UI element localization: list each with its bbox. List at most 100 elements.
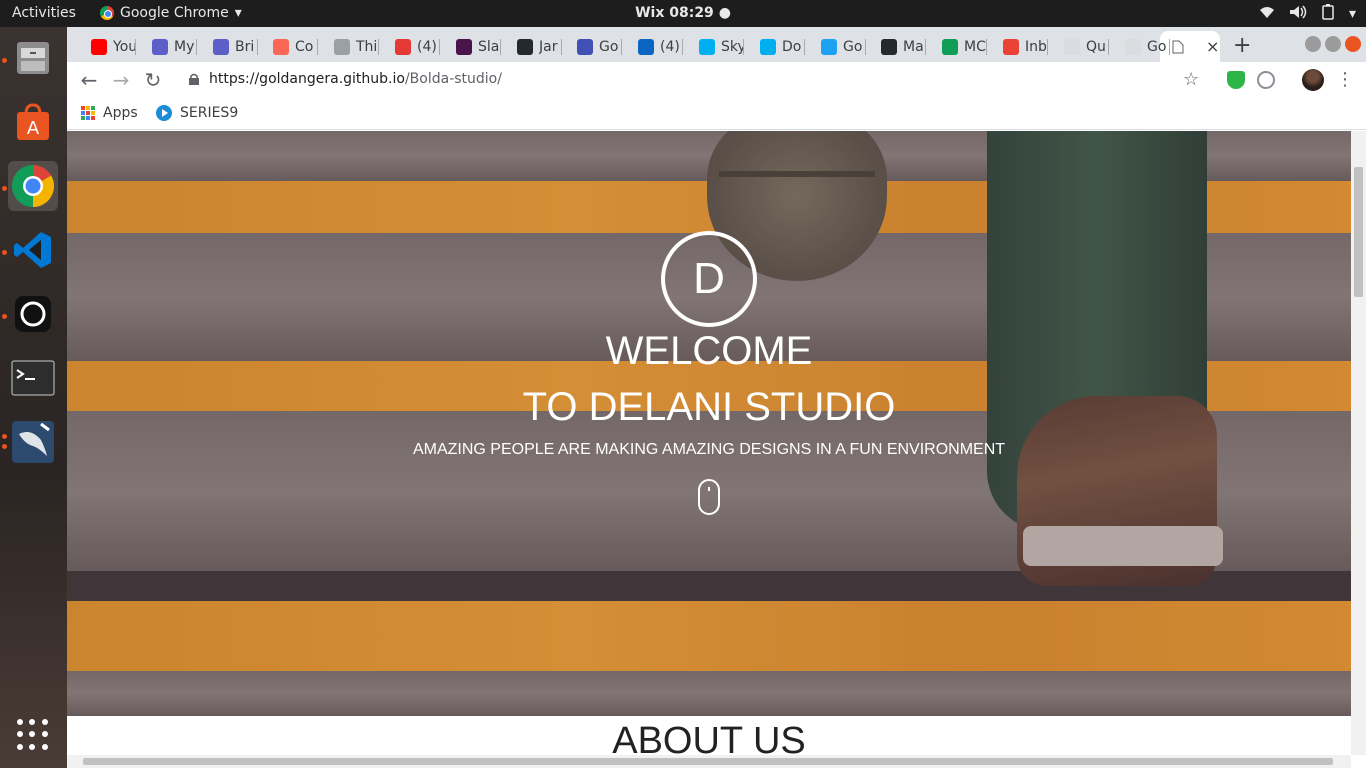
close-tab-icon[interactable]: ×	[1206, 37, 1219, 56]
tab-title: Go	[843, 38, 863, 55]
hero-welcome: WELCOME	[605, 329, 813, 373]
browser-tab[interactable]: You	[75, 31, 136, 62]
tab-favicon-icon	[91, 38, 107, 55]
dock-mysql-workbench[interactable]	[8, 417, 58, 467]
bookmark-series9[interactable]: SERIES9	[156, 105, 238, 121]
about-section: ABOUT US	[67, 716, 1351, 755]
wifi-icon	[1259, 5, 1275, 23]
browser-tab[interactable]: Jar	[501, 31, 562, 62]
browser-tab[interactable]: (4)	[622, 31, 683, 62]
dock-chrome[interactable]	[8, 161, 58, 211]
tab-strip: × + You My Bri Co Thi (4) Sla Jar Go (4) Sky Do Go Ma…	[67, 27, 1366, 62]
menu-kebab-icon[interactable]: ⋮	[1333, 68, 1357, 92]
running-indicator	[2, 186, 7, 191]
dolphin-icon	[12, 421, 54, 463]
profile-avatar[interactable]	[1302, 69, 1324, 91]
minimize-button[interactable]	[1305, 36, 1321, 52]
tab-favicon-icon	[699, 38, 715, 55]
browser-tab[interactable]: Go	[805, 31, 866, 62]
tab-favicon-icon	[1003, 38, 1019, 55]
browser-tab[interactable]: Go	[1109, 31, 1170, 62]
tab-title: Go	[1147, 38, 1167, 55]
browser-tab[interactable]: Do	[744, 31, 805, 62]
browser-tab[interactable]: Sla	[440, 31, 501, 62]
browser-tab[interactable]: Bri	[197, 31, 258, 62]
tab-title: Inb	[1025, 38, 1047, 55]
dock-software[interactable]: A	[8, 97, 58, 147]
page-viewport: D WELCOME TO DELANI STUDIO AMAZING PEOPL…	[67, 131, 1351, 755]
system-top-bar: Activities Google Chrome ▾ Wix 08:29 ● ▾	[0, 0, 1366, 27]
url-text: https://goldangera.github.io/Bolda-studi…	[209, 71, 502, 87]
browser-tab[interactable]: Thi	[318, 31, 379, 62]
running-indicator	[2, 444, 7, 449]
lock-icon	[189, 73, 199, 85]
tab-favicon-icon	[152, 38, 168, 55]
bookmark-star-icon[interactable]: ☆	[1183, 69, 1199, 90]
show-applications-icon[interactable]	[17, 719, 49, 751]
horizontal-scrollbar[interactable]	[67, 755, 1351, 768]
tab-title: MC	[964, 38, 986, 55]
bookmark-series9-label: SERIES9	[180, 105, 239, 121]
tab-title: Sky	[721, 38, 743, 55]
clock-label: Wix 08:29	[635, 5, 714, 21]
tab-title: (4)	[417, 38, 437, 55]
system-tray[interactable]: ▾	[1259, 4, 1356, 24]
tab-title: Jar	[539, 38, 558, 55]
running-indicator	[2, 314, 7, 319]
tab-title: Ma	[903, 38, 924, 55]
tab-favicon-icon	[213, 38, 229, 55]
dock: A	[0, 27, 67, 768]
dock-terminal[interactable]	[8, 353, 58, 403]
page-icon	[1172, 40, 1184, 53]
browser-window: × + You My Bri Co Thi (4) Sla Jar Go (4) Sky Do Go Ma…	[67, 27, 1366, 768]
tab-favicon-icon	[334, 38, 350, 55]
dock-files[interactable]	[8, 33, 58, 83]
maximize-button[interactable]	[1325, 36, 1341, 52]
browser-tab[interactable]: Qu	[1048, 31, 1109, 62]
tab-favicon-icon	[760, 38, 776, 55]
tab-favicon-icon	[395, 38, 411, 55]
browser-tab[interactable]: Co	[257, 31, 318, 62]
dock-camera[interactable]	[8, 289, 58, 339]
studio-logo: D	[661, 231, 757, 327]
tab-favicon-icon	[456, 38, 472, 55]
browser-tab[interactable]: Ma	[865, 31, 926, 62]
bookmarks-bar: Apps SERIES9	[67, 98, 1366, 130]
about-heading: ABOUT US	[612, 720, 806, 755]
tab-title: Sla	[478, 38, 500, 55]
forward-icon[interactable]: →	[109, 68, 133, 92]
tab-title: You	[113, 38, 135, 55]
tab-favicon-icon	[881, 38, 897, 55]
extension-icon[interactable]	[1257, 71, 1275, 89]
reload-icon[interactable]: ↻	[141, 68, 165, 92]
file-cabinet-icon	[17, 42, 49, 74]
scrollbar-thumb[interactable]	[83, 758, 1333, 765]
dock-vscode[interactable]	[8, 225, 58, 275]
browser-tab[interactable]: Go	[561, 31, 622, 62]
running-indicator	[2, 434, 7, 439]
running-indicator	[2, 58, 7, 63]
chevron-down-icon: ▾	[1348, 6, 1356, 22]
bookmark-apps[interactable]: Apps	[81, 105, 138, 121]
address-bar[interactable]: https://goldangera.github.io/Bolda-studi…	[177, 65, 1213, 95]
shield-extension-icon[interactable]	[1227, 71, 1245, 89]
scroll-down-mouse-icon[interactable]	[698, 479, 720, 515]
tab-title: Bri	[235, 38, 255, 55]
scrollbar-thumb[interactable]	[1354, 167, 1363, 297]
apps-grid-icon	[81, 106, 95, 120]
clock[interactable]: Wix 08:29 ●	[0, 5, 1366, 21]
new-tab-button[interactable]: +	[1233, 33, 1251, 58]
browser-tab[interactable]: Sky	[683, 31, 744, 62]
vertical-scrollbar[interactable]	[1351, 131, 1366, 755]
browser-tab[interactable]: MC	[926, 31, 987, 62]
tab-favicon-icon	[1064, 38, 1080, 55]
tab-favicon-icon	[821, 38, 837, 55]
browser-tab[interactable]: (4)	[379, 31, 440, 62]
url-host: https://goldangera.github.io	[209, 71, 405, 87]
hero-tagline: AMAZING PEOPLE ARE MAKING AMAZING DESIGN…	[412, 441, 1006, 458]
browser-tab[interactable]: Inb	[987, 31, 1048, 62]
browser-tab[interactable]: My	[136, 31, 197, 62]
tab-favicon-icon	[577, 38, 593, 55]
close-window-button[interactable]	[1345, 36, 1361, 52]
back-icon[interactable]: ←	[77, 68, 101, 92]
